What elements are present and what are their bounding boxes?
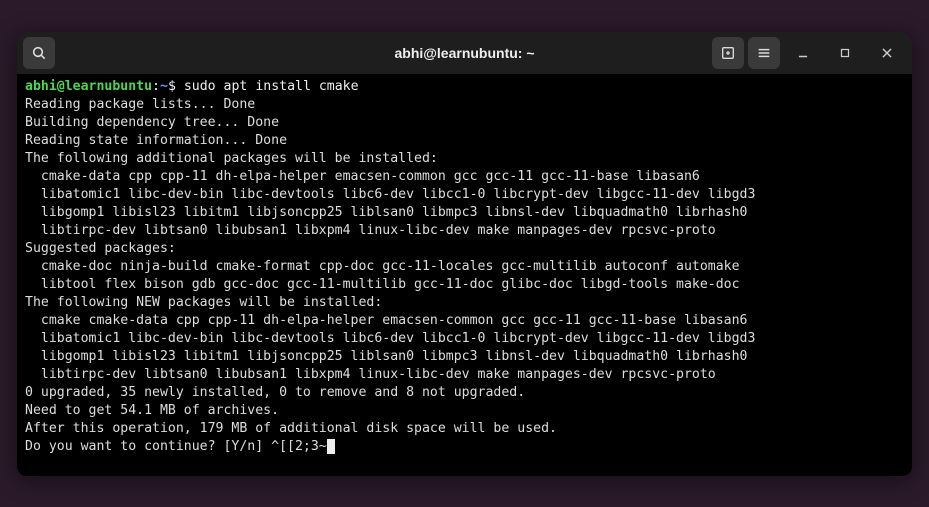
output-line: Need to get 54.1 MB of archives. <box>25 403 279 418</box>
minimize-button[interactable] <box>784 37 822 69</box>
prompt-dollar: $ <box>168 79 176 94</box>
output-line: cmake-data cpp cpp-11 dh-elpa-helper ema… <box>25 169 700 184</box>
output-line: 0 upgraded, 35 newly installed, 0 to rem… <box>25 385 525 400</box>
minimize-icon <box>796 46 810 60</box>
prompt-userhost: abhi@learnubuntu <box>25 79 152 94</box>
new-tab-icon <box>720 45 736 61</box>
output-line: Building dependency tree... Done <box>25 115 279 130</box>
output-line: The following additional packages will b… <box>25 151 438 166</box>
output-line: Reading state information... Done <box>25 133 287 148</box>
output-line: After this operation, 179 MB of addition… <box>25 421 557 436</box>
output-line: libtirpc-dev libtsan0 libubsan1 libxpm4 … <box>25 223 716 238</box>
close-button[interactable] <box>868 37 906 69</box>
maximize-icon <box>839 47 851 59</box>
window-title: abhi@learnubuntu: ~ <box>394 45 534 61</box>
output-line: Suggested packages: <box>25 241 176 256</box>
output-line: The following NEW packages will be insta… <box>25 295 382 310</box>
search-button[interactable] <box>23 37 55 69</box>
output-line: libatomic1 libc-dev-bin libc-devtools li… <box>25 187 755 202</box>
output-line: Do you want to continue? [Y/n] ^[[2;3~ <box>25 439 327 454</box>
terminal-window: abhi@learnubuntu: ~ <box>17 32 912 476</box>
output-line: cmake-doc ninja-build cmake-format cpp-d… <box>25 259 740 274</box>
close-icon <box>880 46 894 60</box>
prompt-path: ~ <box>160 79 168 94</box>
output-line: libtirpc-dev libtsan0 libubsan1 libxpm4 … <box>25 367 716 382</box>
output-line: libatomic1 libc-dev-bin libc-devtools li… <box>25 331 755 346</box>
output-line: cmake cmake-data cpp cpp-11 dh-elpa-help… <box>25 313 748 328</box>
cursor <box>327 439 335 454</box>
search-icon <box>31 45 47 61</box>
output-line: libtool flex bison gdb gcc-doc gcc-11-mu… <box>25 277 740 292</box>
new-tab-button[interactable] <box>712 37 744 69</box>
output-line: Reading package lists... Done <box>25 97 255 112</box>
menu-button[interactable] <box>748 37 780 69</box>
hamburger-icon <box>756 45 772 61</box>
maximize-button[interactable] <box>826 37 864 69</box>
terminal-output[interactable]: abhi@learnubuntu:~$ sudo apt install cma… <box>17 74 912 476</box>
output-line: libgomp1 libisl23 libitm1 libjsoncpp25 l… <box>25 205 748 220</box>
command-text: sudo apt install cmake <box>184 79 359 94</box>
output-line: libgomp1 libisl23 libitm1 libjsoncpp25 l… <box>25 349 748 364</box>
prompt-colon: : <box>152 79 160 94</box>
titlebar: abhi@learnubuntu: ~ <box>17 32 912 74</box>
